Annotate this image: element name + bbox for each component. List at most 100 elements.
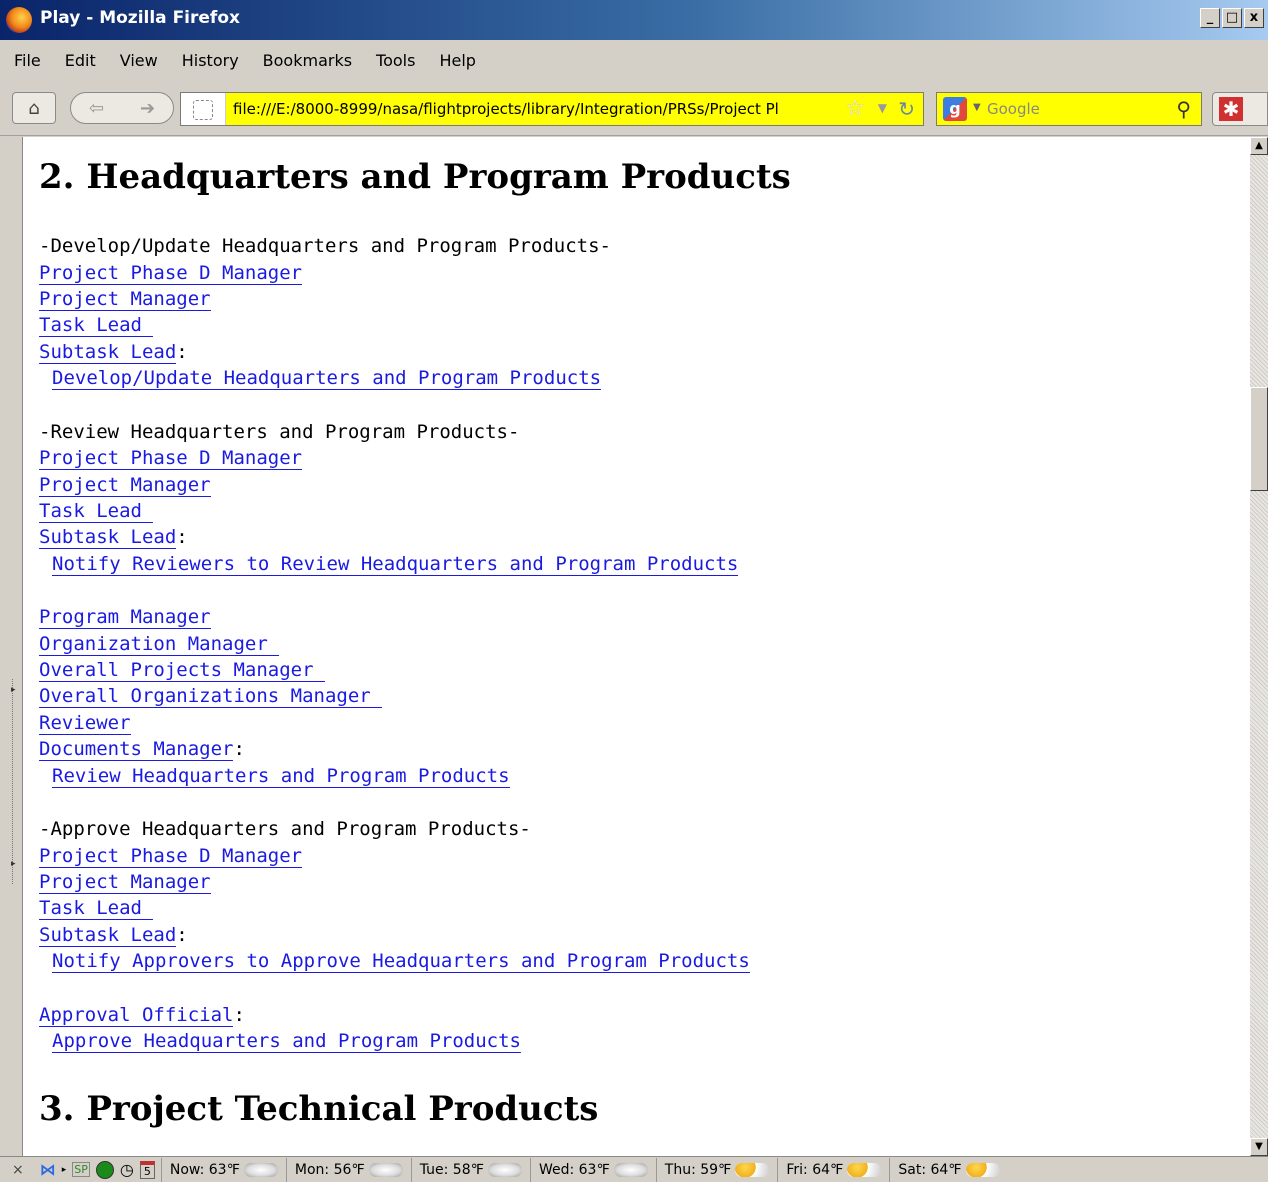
minimize-button[interactable]: _	[1200, 8, 1220, 28]
task-line: Approve Headquarters and Program Product…	[52, 1028, 521, 1054]
weather-label: Tue: 58℉	[419, 1161, 484, 1178]
section-3-heading: 3. Project Technical Products	[39, 1089, 599, 1129]
role-line: Organization Manager	[39, 631, 280, 657]
expand-arrow-icon[interactable]: ▸	[11, 685, 16, 695]
close-addon-bar-icon[interactable]: ×	[12, 1162, 24, 1178]
weather-tue[interactable]: Tue: 58℉	[410, 1157, 530, 1182]
colon: :	[233, 1004, 245, 1026]
addon-icon: ✱	[1219, 97, 1243, 121]
close-button[interactable]: x	[1244, 8, 1264, 28]
window-controls: _ □ x	[1200, 8, 1264, 28]
menu-edit[interactable]: Edit	[65, 51, 96, 70]
role-line: Project Phase D Manager	[39, 843, 303, 869]
role-link[interactable]: Project Phase D Manager	[39, 262, 303, 285]
role-line: Task Lead	[39, 498, 154, 524]
search-engine-placeholder[interactable]: Google	[987, 100, 1040, 118]
role-link[interactable]: Reviewer	[39, 712, 131, 735]
role-link[interactable]: Approval Official	[39, 1004, 234, 1027]
role-link[interactable]: Project Phase D Manager	[39, 447, 303, 470]
cloud-icon	[613, 1162, 648, 1177]
weather-mon[interactable]: Mon: 56℉	[285, 1157, 411, 1182]
scroll-up-button[interactable]: ▲	[1250, 137, 1268, 155]
weather-sat[interactable]: Sat: 64℉	[889, 1157, 1007, 1182]
partly-sunny-icon	[965, 1162, 1000, 1177]
role-line: Project Phase D Manager	[39, 445, 303, 471]
clock-icon[interactable]: ◷	[120, 1160, 134, 1179]
sp-icon[interactable]: SP	[72, 1162, 90, 1177]
vertical-scrollbar[interactable]: ▲ ▼	[1250, 137, 1268, 1156]
sidebar-splitter[interactable]: ▸ ▸	[0, 137, 22, 1156]
search-icon[interactable]: ⚲	[1176, 97, 1191, 121]
task-link[interactable]: Develop/Update Headquarters and Program …	[52, 367, 602, 390]
task-link[interactable]: Notify Reviewers to Review Headquarters …	[52, 553, 739, 576]
colon: :	[176, 341, 188, 363]
scroll-down-button[interactable]: ▼	[1250, 1138, 1268, 1156]
back-forward-buttons[interactable]: ⇦ ➔	[70, 92, 174, 124]
weather-wed[interactable]: Wed: 63℉	[529, 1157, 656, 1182]
partly-sunny-icon	[847, 1162, 882, 1177]
cloud-icon	[243, 1162, 278, 1177]
task-line: Notify Reviewers to Review Headquarters …	[52, 551, 739, 577]
task-link[interactable]: Approve Headquarters and Program Product…	[52, 1030, 521, 1053]
search-engine-dropdown-icon[interactable]: ▼	[973, 102, 981, 113]
dropdown-arrow-icon[interactable]: ▼	[878, 101, 887, 115]
role-link[interactable]: Project Manager	[39, 288, 211, 311]
weather-label: Mon: 56℉	[294, 1161, 365, 1178]
role-line: Program Manager	[39, 604, 211, 630]
maximize-button[interactable]: □	[1222, 8, 1242, 28]
calendar-icon[interactable]: 5	[139, 1160, 155, 1179]
role-line: Task Lead	[39, 312, 154, 338]
reload-icon[interactable]: ↻	[898, 97, 915, 121]
role-link[interactable]: Documents Manager	[39, 738, 234, 761]
forward-arrow-icon[interactable]: ➔	[140, 98, 155, 119]
role-link[interactable]: Project Manager	[39, 871, 211, 894]
url-bar[interactable]: file:///E:/8000-8999/nasa/flightprojects…	[180, 92, 924, 126]
role-link[interactable]: Task Lead	[39, 500, 154, 523]
role-link[interactable]: Subtask Lead	[39, 924, 177, 947]
role-link[interactable]: Task Lead	[39, 897, 154, 920]
weather-fri[interactable]: Fri: 64℉	[777, 1157, 889, 1182]
menu-view[interactable]: View	[120, 51, 158, 70]
expand-arrow-icon[interactable]: ▸	[11, 859, 16, 869]
task-line: Notify Approvers to Approve Headquarters…	[52, 948, 750, 974]
status-bar: × ⋈ ▸ SP ◷ 5 Now: 63℉ Mon: 56℉ Tue: 58℉ …	[0, 1156, 1268, 1182]
weather-thu[interactable]: Thu: 59℉	[655, 1157, 778, 1182]
menu-help[interactable]: Help	[439, 51, 475, 70]
google-icon[interactable]: g	[943, 97, 967, 121]
role-link[interactable]: Subtask Lead	[39, 526, 177, 549]
role-line: Subtask Lead:	[39, 524, 188, 550]
colon: :	[176, 526, 188, 548]
scroll-thumb[interactable]	[1250, 387, 1268, 491]
addon-logo-icon[interactable]: ⋈	[40, 1160, 56, 1179]
menu-tools[interactable]: Tools	[376, 51, 415, 70]
search-bar[interactable]: g ▼ Google ⚲	[936, 92, 1202, 126]
bookmark-star-icon[interactable]: ☆	[845, 96, 865, 121]
role-link[interactable]: Project Manager	[39, 474, 211, 497]
task-link[interactable]: Review Headquarters and Program Products	[52, 765, 510, 788]
status-indicator-icon[interactable]	[95, 1160, 114, 1179]
url-text[interactable]: file:///E:/8000-8999/nasa/flightprojects…	[233, 100, 833, 118]
task-link[interactable]: Notify Approvers to Approve Headquarters…	[52, 950, 750, 973]
role-link[interactable]: Organization Manager	[39, 633, 280, 656]
role-link[interactable]: Subtask Lead	[39, 341, 177, 364]
menu-history[interactable]: History	[182, 51, 239, 70]
role-link[interactable]: Project Phase D Manager	[39, 845, 303, 868]
role-link[interactable]: Task Lead	[39, 314, 154, 337]
role-link[interactable]: Overall Projects Manager	[39, 659, 325, 682]
role-link[interactable]: Program Manager	[39, 606, 211, 629]
menu-file[interactable]: File	[14, 51, 41, 70]
weather-now[interactable]: Now: 63℉	[160, 1157, 286, 1182]
role-line: Project Manager	[39, 286, 211, 312]
site-identity-button[interactable]	[181, 93, 226, 125]
role-line: Reviewer	[39, 710, 131, 736]
menu-bookmarks[interactable]: Bookmarks	[263, 51, 352, 70]
splitter-grip	[12, 679, 13, 884]
dropdown-arrow-icon[interactable]: ▸	[62, 1165, 67, 1175]
rain-cloud-icon	[368, 1162, 403, 1177]
home-button[interactable]: ⌂	[12, 92, 56, 124]
addon-button[interactable]: ✱	[1212, 92, 1268, 126]
back-arrow-icon[interactable]: ⇦	[89, 98, 104, 119]
title-bar: Play - Mozilla Firefox _ □ x	[0, 0, 1268, 40]
role-link[interactable]: Overall Organizations Manager	[39, 685, 383, 708]
weather-label: Wed: 63℉	[538, 1161, 610, 1178]
